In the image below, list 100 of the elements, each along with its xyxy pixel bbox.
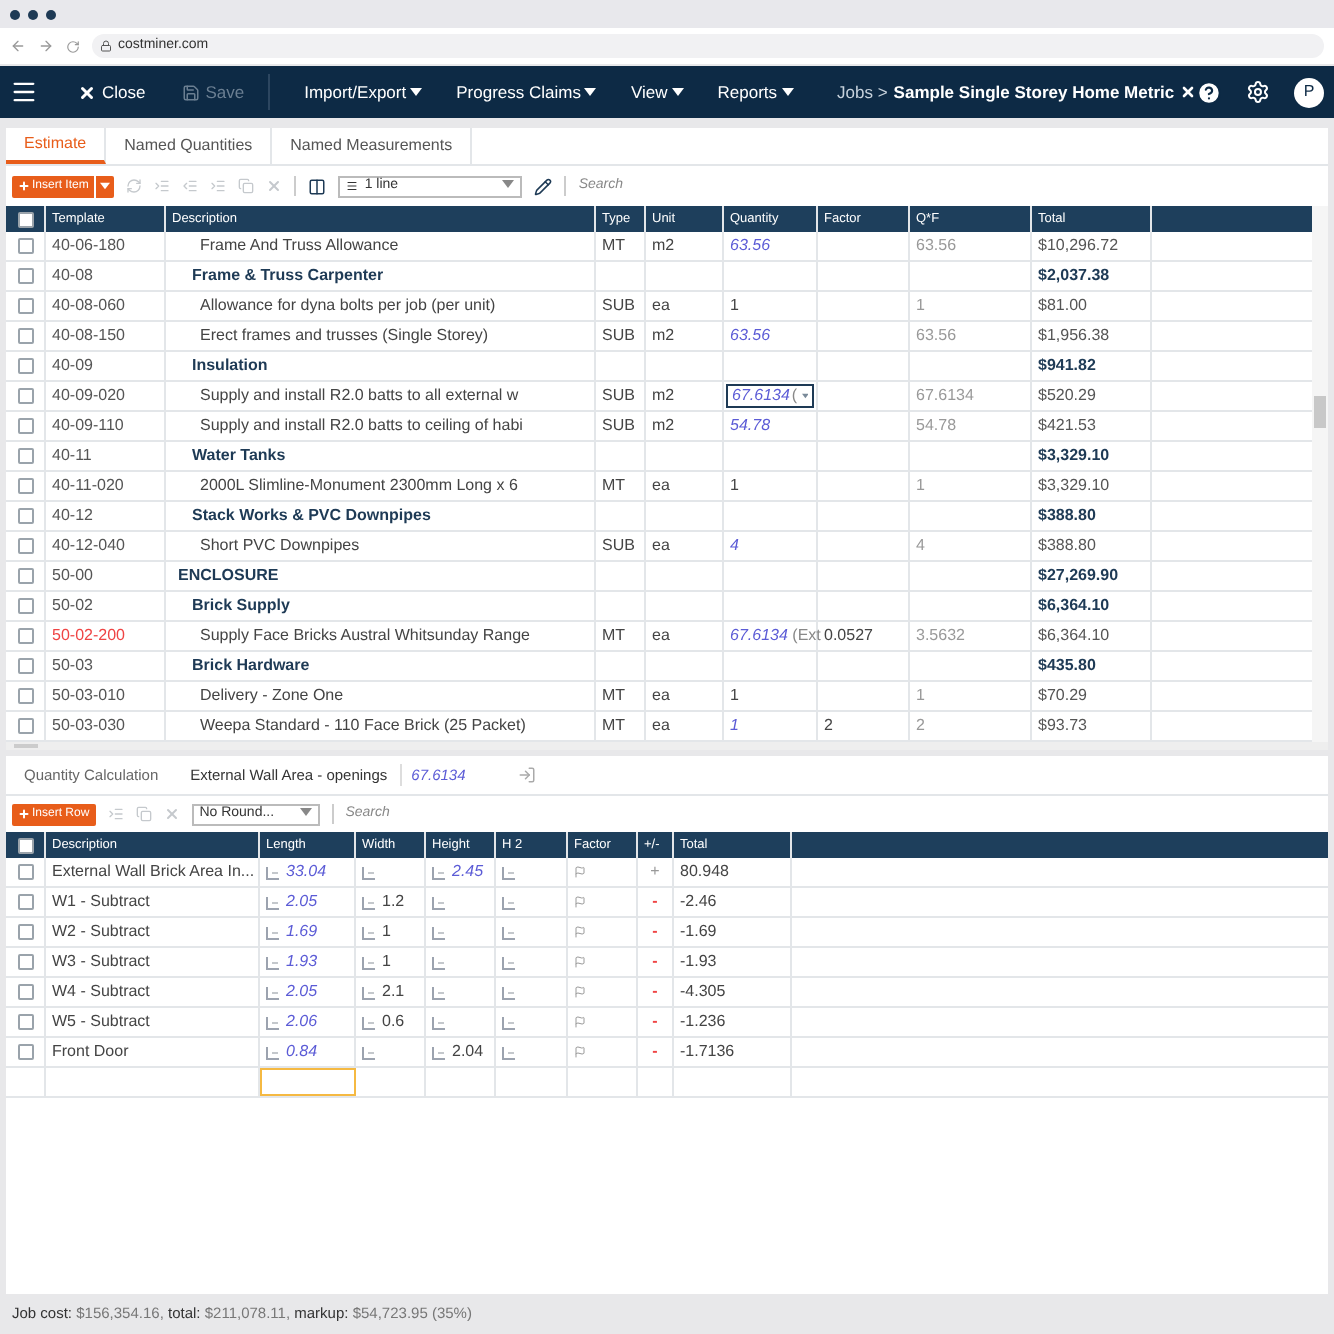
quantity-value: 1: [730, 684, 739, 708]
quantity-value: 67.6134 (Ext: [730, 624, 821, 648]
template-code: 40-08: [52, 264, 93, 288]
sign-text: -: [652, 920, 658, 944]
nav-menu[interactable]: Progress Claims: [456, 79, 597, 105]
type-text: MT: [602, 474, 626, 498]
length-value: 2.05: [286, 980, 318, 1004]
width-value: 1: [382, 920, 391, 944]
width-value: 1: [382, 950, 391, 974]
breadcrumb-text[interactable]: Jobs >: [837, 79, 888, 105]
qf-value: 63.56: [916, 234, 957, 258]
item-description: Water Tanks: [190, 444, 286, 468]
row-description: W3 - Subtract: [52, 950, 150, 974]
total-value: $10,296.72: [1038, 234, 1119, 258]
type-text: SUB: [602, 414, 635, 438]
type-text: SUB: [602, 324, 635, 348]
template-code: 40-12-040: [52, 534, 125, 558]
quantity-value: 4: [730, 534, 739, 558]
sign-text: -: [652, 980, 658, 1004]
quantity-value: 54.78: [730, 414, 771, 438]
nav-menu[interactable]: Import/Export: [304, 79, 423, 105]
width-value: 1.2: [382, 890, 405, 914]
row-total: -4.305: [680, 980, 726, 1004]
length-value: 2.05: [286, 890, 318, 914]
width-value: 2.1: [382, 980, 405, 1004]
quantity-value: 63.56: [730, 324, 771, 348]
row-description: W2 - Subtract: [52, 920, 150, 944]
row-total: -1.7136: [680, 1040, 735, 1064]
row-description: Front Door: [52, 1040, 129, 1064]
item-description: Frame And Truss Allowance: [198, 234, 399, 258]
nav-menu[interactable]: Reports: [717, 79, 794, 105]
qf-value: 1: [916, 474, 925, 498]
unit-text: ea: [652, 624, 670, 648]
item-description: Insulation: [190, 354, 268, 378]
factor-value: 0.0527: [824, 624, 873, 648]
total-value: $3,329.10: [1038, 444, 1110, 468]
template-code: 40-11: [52, 444, 92, 468]
template-code: 40-09-020: [52, 384, 125, 408]
qf-value: 67.6134: [916, 384, 974, 408]
item-description: ENCLOSURE: [176, 564, 279, 588]
row-total: -1.93: [680, 950, 717, 974]
qf-value: 4: [916, 534, 925, 558]
item-description: Allowance for dyna bolts per job (per unit): [198, 294, 496, 318]
qf-value: 54.78: [916, 414, 957, 438]
total-value: $435.80: [1038, 654, 1096, 678]
factor-value: 2: [824, 714, 833, 738]
item-description: Weepa Standard - 110 Face Brick (25 Packet): [198, 714, 526, 738]
quantity-value: 63.56: [730, 234, 771, 258]
template-code: 40-08-060: [52, 294, 125, 318]
type-text: SUB: [602, 294, 635, 318]
unit-text: ea: [652, 474, 670, 498]
total-value: $70.29: [1038, 684, 1087, 708]
unit-text: ea: [652, 534, 670, 558]
row-total: 80.948: [680, 860, 729, 884]
type-text: SUB: [602, 384, 635, 408]
template-code: 50-03-030: [52, 714, 125, 738]
type-text: MT: [602, 624, 626, 648]
unit-text: m2: [652, 234, 675, 258]
template-code: 40-06-180: [52, 234, 125, 258]
unit-text: m2: [652, 414, 675, 438]
qf-value: 1: [916, 294, 925, 318]
height-value: 2.04: [452, 1040, 484, 1064]
quantity-editor[interactable]: 67.6134(: [726, 384, 814, 408]
row-description: External Wall Brick Area In...: [52, 860, 255, 884]
template-code: 40-09-110: [52, 414, 124, 438]
row-total: -1.236: [680, 1010, 726, 1034]
length-value: 0.84: [286, 1040, 318, 1064]
template-code: 40-09: [52, 354, 93, 378]
length-value: 1.69: [286, 920, 318, 944]
tab[interactable]: Named Quantities: [106, 128, 273, 164]
row-description: W1 - Subtract: [52, 890, 150, 914]
user-avatar[interactable]: P: [1294, 77, 1324, 107]
height-value: 2.45: [452, 860, 484, 884]
total-value: $2,037.38: [1038, 264, 1110, 288]
quantity-value: 1: [730, 294, 739, 318]
item-description: Erect frames and trusses (Single Storey): [198, 324, 489, 348]
type-text: MT: [602, 234, 626, 258]
nav-menu[interactable]: View: [630, 79, 684, 105]
item-description: Short PVC Downpipes: [198, 534, 360, 558]
template-code: 50-02: [52, 594, 93, 618]
item-description: Supply Face Bricks Austral Whitsunday Range: [198, 624, 530, 648]
total-value: $6,364.10: [1038, 624, 1110, 648]
qf-value: 63.56: [916, 324, 957, 348]
tab[interactable]: Named Measurements: [272, 128, 473, 164]
close-button[interactable]: Close: [77, 79, 146, 105]
row-total: -2.46: [680, 890, 717, 914]
item-description: Supply and install R2.0 batts to all external w: [198, 384, 519, 408]
unit-text: m2: [652, 384, 675, 408]
total-value: $520.29: [1038, 384, 1096, 408]
sign-text: -: [652, 1040, 658, 1064]
width-value: 0.6: [382, 1010, 405, 1034]
total-value: $1,956.38: [1038, 324, 1110, 348]
item-description: Brick Supply: [190, 594, 290, 618]
row-total: -1.69: [680, 920, 717, 944]
qf-value: 3.5632: [916, 624, 965, 648]
template-code: 50-03: [52, 654, 93, 678]
item-description: Delivery - Zone One: [198, 684, 344, 708]
total-value: $93.73: [1038, 714, 1087, 738]
template-code: 50-02-200: [52, 624, 125, 648]
type-text: MT: [602, 684, 626, 708]
